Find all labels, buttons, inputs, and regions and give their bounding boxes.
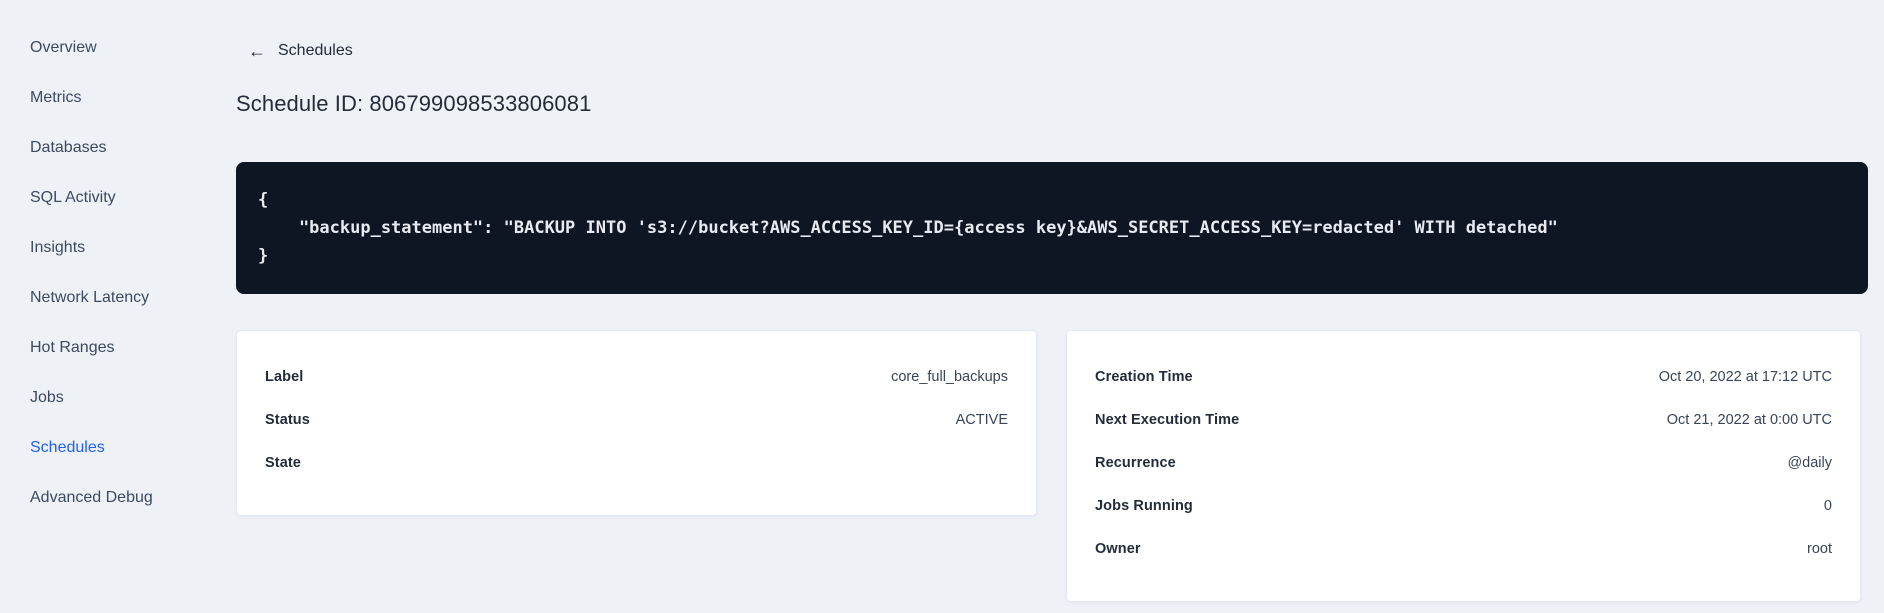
sidebar-item-advanced-debug[interactable]: Advanced Debug bbox=[0, 473, 224, 523]
sidebar-item-databases[interactable]: Databases bbox=[0, 123, 224, 173]
sidebar-item-jobs[interactable]: Jobs bbox=[0, 373, 224, 423]
jobs-running-row-title: Jobs Running bbox=[1095, 497, 1193, 514]
status-row-title: Status bbox=[265, 411, 310, 428]
back-to-schedules-link[interactable]: ← Schedules bbox=[248, 42, 353, 60]
creation-time-row-title: Creation Time bbox=[1095, 368, 1193, 385]
sidebar-item-overview[interactable]: Overview bbox=[0, 23, 224, 73]
table-row: Status ACTIVE bbox=[265, 398, 1008, 441]
label-row-value: core_full_backups bbox=[891, 368, 1008, 385]
label-row-title: Label bbox=[265, 368, 304, 385]
sidebar-item-network-latency[interactable]: Network Latency bbox=[0, 273, 224, 323]
table-row: Label core_full_backups bbox=[265, 355, 1008, 398]
owner-row-value: root bbox=[1807, 540, 1832, 557]
table-row: State bbox=[265, 441, 1008, 484]
next-execution-row-title: Next Execution Time bbox=[1095, 411, 1240, 428]
back-arrow-icon: ← bbox=[248, 41, 266, 61]
jobs-running-row-value: 0 bbox=[1823, 497, 1832, 514]
back-link-label: Schedules bbox=[278, 42, 353, 59]
backup-statement-code-block: { "backup_statement": "BACKUP INTO 's3:/… bbox=[236, 162, 1868, 294]
table-row: Creation Time Oct 20, 2022 at 17:12 UTC bbox=[1095, 355, 1832, 398]
sidebar-item-hot-ranges[interactable]: Hot Ranges bbox=[0, 323, 224, 373]
table-row: Owner root bbox=[1095, 527, 1832, 570]
sidebar-item-metrics[interactable]: Metrics bbox=[0, 73, 224, 123]
summary-cards: Label core_full_backups Status ACTIVE St… bbox=[236, 330, 1861, 602]
schedule-summary-card: Label core_full_backups Status ACTIVE St… bbox=[236, 330, 1037, 516]
status-row-value: ACTIVE bbox=[955, 411, 1008, 428]
sidebar-item-insights[interactable]: Insights bbox=[0, 223, 224, 273]
page-title: Schedule ID: 806799098533806081 bbox=[236, 91, 592, 116]
table-row: Jobs Running 0 bbox=[1095, 484, 1832, 527]
backup-statement-code: { "backup_statement": "BACKUP INTO 's3:/… bbox=[258, 190, 1558, 266]
table-row: Next Execution Time Oct 21, 2022 at 0:00… bbox=[1095, 398, 1832, 441]
recurrence-row-value: @daily bbox=[1787, 454, 1832, 471]
schedule-details-page: Overview Metrics Databases SQL Activity … bbox=[0, 0, 1884, 613]
next-execution-row-value: Oct 21, 2022 at 0:00 UTC bbox=[1666, 411, 1832, 428]
sidebar-item-schedules[interactable]: Schedules bbox=[0, 423, 224, 473]
state-row-title: State bbox=[265, 454, 301, 471]
table-row: Recurrence @daily bbox=[1095, 441, 1832, 484]
sidebar-nav: Overview Metrics Databases SQL Activity … bbox=[0, 0, 224, 613]
owner-row-title: Owner bbox=[1095, 540, 1141, 557]
recurrence-row-title: Recurrence bbox=[1095, 454, 1176, 471]
timing-summary-card: Creation Time Oct 20, 2022 at 17:12 UTC … bbox=[1066, 330, 1861, 602]
sidebar-item-sql-activity[interactable]: SQL Activity bbox=[0, 173, 224, 223]
creation-time-row-value: Oct 20, 2022 at 17:12 UTC bbox=[1658, 368, 1832, 385]
